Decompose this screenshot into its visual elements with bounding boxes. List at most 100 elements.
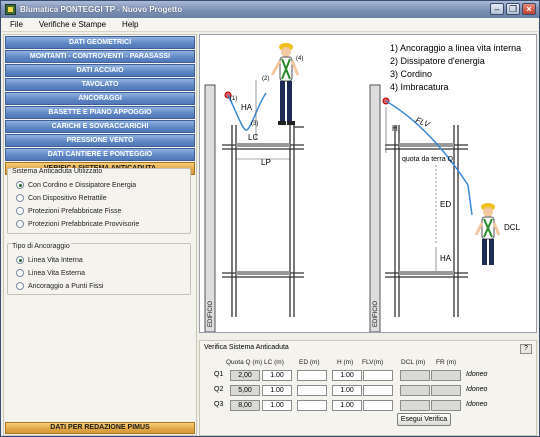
flv-field[interactable] xyxy=(363,385,393,396)
minimize-icon[interactable]: – xyxy=(490,3,504,15)
ancoraggio-option-label: Ancoraggio a Punti Fissi xyxy=(28,282,104,290)
flv-field[interactable] xyxy=(363,400,393,411)
header-fr: FR (m) xyxy=(436,359,457,366)
ref-1: (1) xyxy=(230,96,237,102)
ed-field[interactable] xyxy=(297,370,327,381)
sistema-option-label: Protezioni Prefabbricate Provvisorie xyxy=(28,220,140,228)
ancoraggio-option-label: Linea Vita Esterna xyxy=(28,269,86,277)
app-window: Blumatica PONTEGGI TP - Nuovo Progetto –… xyxy=(0,0,540,437)
help-button[interactable]: ? xyxy=(520,344,532,354)
radio-icon[interactable] xyxy=(16,269,24,277)
lp-label: LP xyxy=(261,158,271,167)
nav-item-1[interactable]: MONTANTI - CONTROVENTI - PARASASSI xyxy=(5,50,195,63)
fr-field xyxy=(431,370,461,381)
lc-field[interactable]: 1.00 xyxy=(262,400,292,411)
esegui-verifica-button[interactable]: Esegui Verifica xyxy=(397,413,451,426)
sistema-option-3[interactable]: Protezioni Prefabbricate Provvisorie xyxy=(16,220,139,228)
flv-label: FLV xyxy=(414,116,431,130)
menu-bar: File Verifiche e Stampe Help xyxy=(2,18,538,32)
dcl-field xyxy=(400,370,430,381)
lc-field[interactable]: 1.00 xyxy=(262,385,292,396)
ha-label-right: HA xyxy=(440,254,452,263)
header-quota: Quota Q (m) xyxy=(226,359,263,366)
quota-field: 5,00 xyxy=(230,385,260,396)
verifica-title: Verifica Sistema Anticaduta xyxy=(204,344,289,351)
edificio-label-right: EDIFICIO xyxy=(373,301,379,327)
header-dcl: DCL (m) xyxy=(401,359,426,366)
row-label: Q3 xyxy=(214,401,224,408)
radio-icon[interactable] xyxy=(16,282,24,290)
nav-item-7[interactable]: PRESSIONE VENTO xyxy=(5,134,195,147)
radio-icon[interactable] xyxy=(16,220,24,228)
ref-4: (4) xyxy=(296,56,303,62)
dcl-label: DCL xyxy=(504,223,521,232)
lc-label: LC xyxy=(248,133,258,142)
ref-3: (3) xyxy=(251,121,258,127)
menu-verifiche-stampe[interactable]: Verifiche e Stampe xyxy=(31,20,114,29)
menu-file[interactable]: File xyxy=(2,20,31,29)
legend-line-1: 1) Ancoraggio a linea vita interna xyxy=(390,43,521,53)
quota-label: quota da terra Q xyxy=(402,156,454,163)
esito-label: Idoneo xyxy=(466,401,488,408)
esito-label: Idoneo xyxy=(466,371,488,378)
ha-label-left: HA xyxy=(241,103,253,112)
header-flv: FLV(m) xyxy=(362,359,384,366)
radio-icon[interactable] xyxy=(16,181,24,189)
sistema-anticaduta-group: Sistema Anticaduta Utilizzato Con Cordin… xyxy=(7,168,191,234)
left-panel: DATI GEOMETRICI MONTANTI - CONTROVENTI - … xyxy=(3,34,197,436)
nav-item-4[interactable]: ANCORAGGI xyxy=(5,92,195,105)
edificio-label-left: EDIFICIO xyxy=(208,301,214,327)
close-icon[interactable]: × xyxy=(522,3,536,15)
flv-field[interactable] xyxy=(363,370,393,381)
diagram-panel: EDIFICIO HA LC LP (1) (2) (3) (4) 1) Anc… xyxy=(199,34,537,333)
app-icon xyxy=(5,4,16,15)
row-label: Q1 xyxy=(214,371,224,378)
title-bar: Blumatica PONTEGGI TP - Nuovo Progetto –… xyxy=(1,1,539,18)
h-field[interactable]: 1.00 xyxy=(332,385,362,396)
fr-field xyxy=(431,400,461,411)
nav-item-5[interactable]: BASETTE E PIANO APPOGGIO xyxy=(5,106,195,119)
pimus-button[interactable]: DATI PER REDAZIONE PIMUS xyxy=(5,422,195,434)
radio-icon[interactable] xyxy=(16,194,24,202)
restore-icon[interactable]: ❐ xyxy=(506,3,520,15)
h-field[interactable]: 1.00 xyxy=(332,370,362,381)
nav-item-6[interactable]: CARICHI E SOVRACCARICHI xyxy=(5,120,195,133)
tipo-ancoraggio-group: Tipo di Ancoraggio Linea Vita Interna Lin… xyxy=(7,243,191,295)
nav-item-0[interactable]: DATI GEOMETRICI xyxy=(5,36,195,49)
ref-2: (2) xyxy=(262,76,269,82)
header-ed: ED (m) xyxy=(299,359,320,366)
worker-right-icon xyxy=(474,203,501,265)
ancoraggio-option-1[interactable]: Linea Vita Esterna xyxy=(16,269,85,277)
nav-item-2[interactable]: DATI ACCIAIO xyxy=(5,64,195,77)
ancoraggio-option-0[interactable]: Linea Vita Interna xyxy=(16,256,83,264)
radio-icon[interactable] xyxy=(16,256,24,264)
scaffold-diagram: EDIFICIO HA LC LP (1) (2) (3) (4) 1) Anc… xyxy=(204,43,521,333)
sistema-anticaduta-title: Sistema Anticaduta Utilizzato xyxy=(11,168,104,175)
menu-help[interactable]: Help xyxy=(114,20,146,29)
ancoraggio-option-2[interactable]: Ancoraggio a Punti Fissi xyxy=(16,282,103,290)
nav-list: DATI GEOMETRICI MONTANTI - CONTROVENTI - … xyxy=(4,35,196,175)
tipo-ancoraggio-title: Tipo di Ancoraggio xyxy=(11,243,71,250)
window-title: Blumatica PONTEGGI TP - Nuovo Progetto xyxy=(20,5,183,14)
sistema-option-2[interactable]: Protezioni Prefabbricate Fisse xyxy=(16,207,121,215)
h-label: H xyxy=(392,124,398,133)
window-controls: – ❐ × xyxy=(490,3,536,15)
ed-field[interactable] xyxy=(297,385,327,396)
nav-item-8[interactable]: DATI CANTIERE E PONTEGGIO xyxy=(5,148,195,161)
sistema-option-label: Con Cordino e Dissipatore Energia xyxy=(28,181,137,189)
fr-field xyxy=(431,385,461,396)
radio-icon[interactable] xyxy=(16,207,24,215)
sistema-option-label: Con Dispositivo Retrattile xyxy=(28,194,107,202)
row-label: Q2 xyxy=(214,386,224,393)
worker-left-icon xyxy=(270,43,300,125)
h-field[interactable]: 1.00 xyxy=(332,400,362,411)
sistema-option-1[interactable]: Con Dispositivo Retrattile xyxy=(16,194,107,202)
verifica-panel: Verifica Sistema Anticaduta ? Quota Q (m… xyxy=(199,340,537,436)
legend-line-4: 4) Imbracatura xyxy=(390,82,449,92)
dcl-field xyxy=(400,400,430,411)
sistema-option-0[interactable]: Con Cordino e Dissipatore Energia xyxy=(16,181,136,189)
legend-line-3: 3) Cordino xyxy=(390,69,432,79)
ed-field[interactable] xyxy=(297,400,327,411)
lc-field[interactable]: 1.00 xyxy=(262,370,292,381)
nav-item-3[interactable]: TAVOLATO xyxy=(5,78,195,91)
